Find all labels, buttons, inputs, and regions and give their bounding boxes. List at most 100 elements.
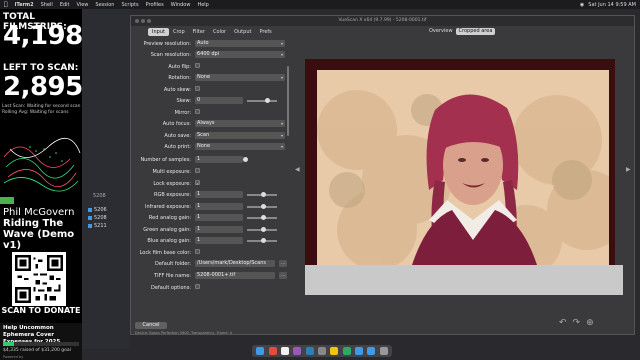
folder-icon[interactable] <box>355 347 364 355</box>
menu-clock[interactable]: Sat Jun 14 9:59 AM <box>588 2 636 8</box>
zoom-icon[interactable] <box>147 19 151 23</box>
menu-shell[interactable]: Shell <box>41 2 53 8</box>
menu-help[interactable]: Help <box>197 2 208 8</box>
powered-by-text: Powered by <box>3 355 24 359</box>
tab-crop[interactable]: Crop <box>169 28 189 36</box>
apple-icon[interactable]:  <box>4 1 8 8</box>
tiff-file-name-field[interactable]: 5208-0001+.tif <box>195 272 275 279</box>
wifi-icon[interactable]: ◉ <box>580 2 584 8</box>
app-icon[interactable] <box>330 347 339 355</box>
previous-frame-icon[interactable]: ◀ <box>295 166 300 173</box>
slider-thumb[interactable] <box>261 215 266 220</box>
lock-film-base-checkbox[interactable] <box>195 249 200 254</box>
app-icon[interactable] <box>305 347 314 355</box>
close-icon[interactable] <box>135 19 139 23</box>
lock-exposure-checkbox[interactable]: ✓ <box>195 180 200 186</box>
window-title-bar[interactable]: VueScan X x64 (9.7.99) - 5208-0001.tif <box>131 16 634 26</box>
setting-scan-resolution: Scan resolution: 6400 dpi ▾ <box>150 51 285 58</box>
tab-input[interactable]: Input <box>148 28 169 36</box>
red-gain-field[interactable]: 1 <box>195 214 243 221</box>
settings-scrollbar[interactable] <box>287 66 289 136</box>
scan-preview-image[interactable] <box>317 70 609 265</box>
blue-gain-slider[interactable] <box>247 238 277 243</box>
tab-overview[interactable]: Overview <box>426 28 456 35</box>
folder-icon[interactable] <box>367 347 376 355</box>
skew-field[interactable]: 0 <box>195 97 243 104</box>
tab-cropped-area[interactable]: Cropped area <box>455 28 496 35</box>
scan-stats-panel: TOTAL FILMSTRIPS: 4,198 LEFT TO SCAN: 2,… <box>0 9 82 360</box>
tab-filter[interactable]: Filter <box>189 28 209 36</box>
auto-print-select[interactable]: None ▾ <box>195 143 285 150</box>
list-item[interactable]: 5211 <box>88 222 130 230</box>
auto-skew-checkbox[interactable] <box>195 86 200 91</box>
multi-exposure-checkbox[interactable] <box>195 168 200 173</box>
tab-prefs[interactable]: Prefs <box>255 28 275 36</box>
slider-thumb[interactable] <box>261 204 266 209</box>
auto-flip-checkbox[interactable] <box>195 63 200 68</box>
cancel-button[interactable]: Cancel <box>135 322 167 329</box>
menu-profiles[interactable]: Profiles <box>146 2 164 8</box>
samples-field[interactable]: 1 <box>195 156 243 163</box>
app-icon[interactable] <box>342 347 351 355</box>
finder-icon[interactable] <box>256 347 265 355</box>
slider-thumb[interactable] <box>261 238 266 243</box>
preview-resolution-select[interactable]: Auto ▾ <box>195 40 285 47</box>
setting-auto-save: Auto save: Scan ▾ <box>164 132 285 139</box>
file-list: 5206 5208 5211 <box>88 206 130 230</box>
settings-tabs: Input Crop Filter Color Output Prefs <box>148 28 276 36</box>
scan-resolution-select[interactable]: 6400 dpi ▾ <box>195 51 285 58</box>
slider-thumb[interactable] <box>265 98 270 103</box>
zoom-in-icon[interactable]: ⊕ <box>586 318 594 328</box>
preview-tabs: Overview Cropped area <box>426 28 496 35</box>
infrared-exposure-slider[interactable] <box>247 204 277 209</box>
menu-scripts[interactable]: Scripts <box>121 2 138 8</box>
menu-edit[interactable]: Edit <box>60 2 70 8</box>
menu-view[interactable]: View <box>77 2 89 8</box>
minimize-icon[interactable] <box>141 19 145 23</box>
blue-gain-field[interactable]: 1 <box>195 237 243 244</box>
menu-bar:  iTerm2 Shell Edit View Session Scripts… <box>0 0 640 9</box>
rgb-exposure-field[interactable]: 1 <box>195 191 243 198</box>
trash-icon[interactable] <box>379 347 388 355</box>
green-gain-field[interactable]: 1 <box>195 226 243 233</box>
mirror-checkbox[interactable] <box>195 109 200 114</box>
folder-icon <box>88 216 92 220</box>
rgb-exposure-slider[interactable] <box>247 192 277 197</box>
list-item[interactable]: 5206 <box>88 206 130 214</box>
menu-app-name[interactable]: iTerm2 <box>15 2 34 8</box>
slider-thumb[interactable] <box>243 157 248 162</box>
scan-to-donate-label: SCAN TO DONATE <box>1 306 81 315</box>
slider-thumb[interactable] <box>261 192 266 197</box>
setting-lock-exposure: Lock exposure: ✓ <box>153 180 200 187</box>
last-scan-text: Last Scan: Waiting for second scan <box>2 104 81 109</box>
app-icon[interactable] <box>280 347 289 355</box>
list-item[interactable]: 5208 <box>88 214 130 222</box>
default-folder-field[interactable]: /Users/mark/Desktop/Scans <box>195 260 275 267</box>
status-bar: Device: Epson Perfection V600, Transpare… <box>135 331 232 335</box>
red-gain-slider[interactable] <box>247 215 277 220</box>
rotation-select[interactable]: None ▾ <box>195 74 285 81</box>
auto-focus-select[interactable]: Always ▾ <box>195 120 285 127</box>
rotate-left-icon[interactable]: ↶ <box>559 318 567 328</box>
slider-thumb[interactable] <box>261 227 266 232</box>
rotate-right-icon[interactable]: ↷ <box>573 318 581 328</box>
setting-green-analog-gain: Green analog gain: 1 <box>131 226 291 235</box>
default-options-checkbox[interactable] <box>195 284 200 289</box>
app-icon[interactable] <box>293 347 302 355</box>
skew-slider[interactable] <box>247 98 277 103</box>
green-gain-slider[interactable] <box>247 227 277 232</box>
tab-output[interactable]: Output <box>230 28 255 36</box>
setting-preview-resolution: Preview resolution: Auto ▾ <box>143 40 285 47</box>
app-icon[interactable] <box>317 347 326 355</box>
ellipsis-icon[interactable]: ⋯ <box>279 260 287 267</box>
left-to-scan-value: 2,895 <box>3 72 82 102</box>
tab-color[interactable]: Color <box>209 28 230 36</box>
infrared-exposure-field[interactable]: 1 <box>195 203 243 210</box>
ellipsis-icon[interactable]: ⋯ <box>279 272 287 279</box>
menu-window[interactable]: Window <box>171 2 191 8</box>
setting-tiff-file-name: TIFF file name: 5208-0001+.tif ⋯ <box>154 272 287 279</box>
menu-session[interactable]: Session <box>95 2 114 8</box>
auto-save-select[interactable]: Scan ▾ <box>195 132 285 139</box>
next-frame-icon[interactable]: ▶ <box>626 166 631 173</box>
app-icon[interactable] <box>268 347 277 355</box>
